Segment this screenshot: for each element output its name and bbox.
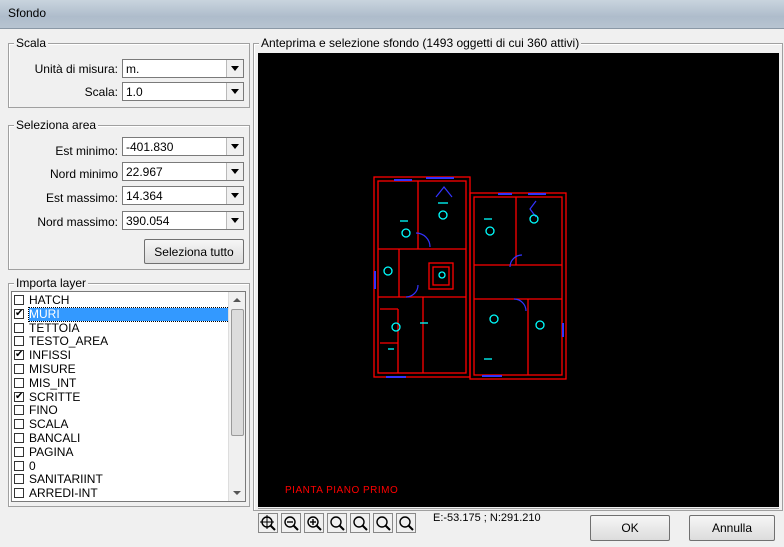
zoom-all-icon[interactable]	[396, 513, 416, 533]
coordinates-readout: E:-53.175 ; N:291.210	[433, 512, 541, 524]
preview-canvas[interactable]: PIANTA PIANO PRIMO	[258, 53, 779, 507]
window-title: Sfondo	[8, 6, 47, 20]
layer-item[interactable]: HATCH	[14, 294, 230, 307]
layer-list[interactable]: HATCH ✔ MURI TETTOIA TESTO_AREA ✔ INFISSI MISUR…	[11, 291, 246, 502]
layer-item[interactable]: MISURE	[14, 363, 230, 376]
unita-label: Unità di misura:	[34, 62, 118, 76]
layer-checkbox[interactable]	[14, 336, 24, 347]
layer-item[interactable]: PAGINA	[14, 444, 230, 459]
layer-item[interactable]: ✔ SCRITTE	[14, 389, 230, 404]
floor-plan-drawing: PIANTA PIANO PRIMO	[285, 176, 567, 496]
unita-select[interactable]: m.	[122, 59, 244, 78]
layer-checkbox[interactable]	[14, 295, 24, 305]
zoom-extents-icon[interactable]	[258, 513, 278, 533]
est-min-value: -401.830	[126, 140, 174, 154]
layer-label: MURI	[28, 306, 230, 322]
scala-label: Scala:	[84, 85, 118, 99]
layer-label: BANCALI	[29, 431, 81, 445]
scala-value: 1.0	[126, 85, 143, 99]
est-max-value: 14.364	[126, 189, 163, 203]
layer-label: TESTO_AREA	[29, 334, 109, 349]
nord-max-select[interactable]: 390.054	[122, 211, 244, 230]
nord-max-value: 390.054	[126, 214, 170, 228]
est-min-select[interactable]: -401.830	[122, 137, 244, 156]
layer-checkbox[interactable]: ✔	[14, 391, 24, 402]
select-all-button[interactable]: Seleziona tutto	[144, 239, 244, 264]
layer-checkbox[interactable]: ✔	[14, 350, 24, 361]
cancel-button[interactable]: Annulla	[689, 515, 775, 541]
layer-item[interactable]: FINO	[14, 404, 230, 417]
layer-item[interactable]: TETTOIA	[14, 320, 230, 335]
scroll-thumb[interactable]	[231, 309, 244, 436]
scala-select[interactable]: 1.0	[122, 82, 244, 101]
layer-item[interactable]: SCALA	[14, 418, 230, 431]
est-max-select[interactable]: 14.364	[122, 186, 244, 205]
chevron-down-icon[interactable]	[226, 187, 243, 204]
layer-item[interactable]: ARREDI-INT	[14, 487, 230, 500]
est-min-label: Est minimo:	[55, 144, 118, 158]
chevron-down-icon[interactable]	[226, 163, 243, 180]
layer-label: TETTOIA	[29, 320, 80, 335]
layer-item[interactable]: 0	[14, 458, 230, 473]
est-max-label: Est massimo:	[45, 191, 118, 205]
layer-label: HATCH	[29, 293, 70, 307]
layer-checkbox[interactable]	[14, 433, 24, 443]
preview-legend: Anteprima e selezione sfondo (1493 ogget…	[259, 36, 582, 50]
preview-toolbar-separator	[258, 508, 779, 509]
layer-item[interactable]: ✔ INFISSI	[14, 349, 230, 362]
layer-item[interactable]: MIS_INT	[14, 375, 230, 390]
layer-label: PAGINA	[29, 444, 74, 459]
zoom-previous-icon[interactable]	[350, 513, 370, 533]
zoom-out-icon[interactable]	[281, 513, 301, 533]
layer-checkbox[interactable]	[14, 419, 24, 430]
layer-checkbox[interactable]	[14, 474, 24, 485]
layer-checkbox[interactable]	[14, 460, 24, 471]
layer-checkbox[interactable]	[14, 377, 24, 388]
layer-checkbox[interactable]	[14, 405, 24, 416]
layer-item[interactable]: BANCALI	[14, 432, 230, 445]
windows	[374, 177, 564, 378]
layer-label: SANITARIINT	[29, 472, 103, 487]
title-bar: Sfondo	[0, 0, 784, 29]
fixtures	[383, 202, 545, 360]
layer-label: MISURE	[29, 362, 76, 376]
scala-legend: Scala	[14, 36, 49, 50]
chevron-down-icon[interactable]	[226, 212, 243, 229]
layer-label: SCRITTE	[29, 389, 81, 404]
layer-label: SCALA	[29, 417, 69, 432]
scroll-up-icon[interactable]	[229, 292, 245, 308]
zoom-in-icon[interactable]	[304, 513, 324, 533]
unita-value: m.	[126, 62, 140, 76]
chevron-down-icon[interactable]	[226, 60, 243, 77]
nord-min-value: 22.967	[126, 165, 163, 179]
layer-item[interactable]: SANITARIINT	[14, 473, 230, 486]
layer-label: INFISSI	[29, 348, 72, 363]
layer-checkbox[interactable]: ✔	[14, 308, 24, 319]
nord-max-label: Nord massimo:	[37, 215, 118, 229]
zoom-realtime-icon[interactable]	[373, 513, 393, 533]
layer-label: 0	[29, 458, 36, 473]
layer-label: FINO	[29, 403, 58, 418]
scroll-down-icon[interactable]	[229, 485, 245, 501]
nord-min-select[interactable]: 22.967	[122, 162, 244, 181]
layer-item[interactable]: ✔ MURI	[14, 306, 230, 322]
layer-checkbox[interactable]	[14, 364, 24, 374]
layer-legend: Importa layer	[14, 276, 89, 290]
layer-list-scrollbar[interactable]	[228, 292, 245, 501]
nord-min-label: Nord minimo	[49, 167, 118, 181]
layer-label: ARREDI-INT	[29, 486, 98, 501]
area-legend: Seleziona area	[14, 118, 99, 132]
layer-checkbox[interactable]	[14, 446, 24, 457]
plan-caption: PIANTA PIANO PRIMO	[285, 485, 398, 496]
layer-item[interactable]: TESTO_AREA	[14, 335, 230, 348]
ok-button[interactable]: OK	[590, 515, 670, 541]
chevron-down-icon[interactable]	[226, 83, 243, 100]
layer-checkbox[interactable]	[14, 488, 24, 499]
chevron-down-icon[interactable]	[226, 138, 243, 155]
layer-checkbox[interactable]	[14, 322, 24, 333]
zoom-window-icon[interactable]	[327, 513, 347, 533]
walls	[373, 176, 567, 380]
layer-label: MIS_INT	[29, 375, 77, 390]
